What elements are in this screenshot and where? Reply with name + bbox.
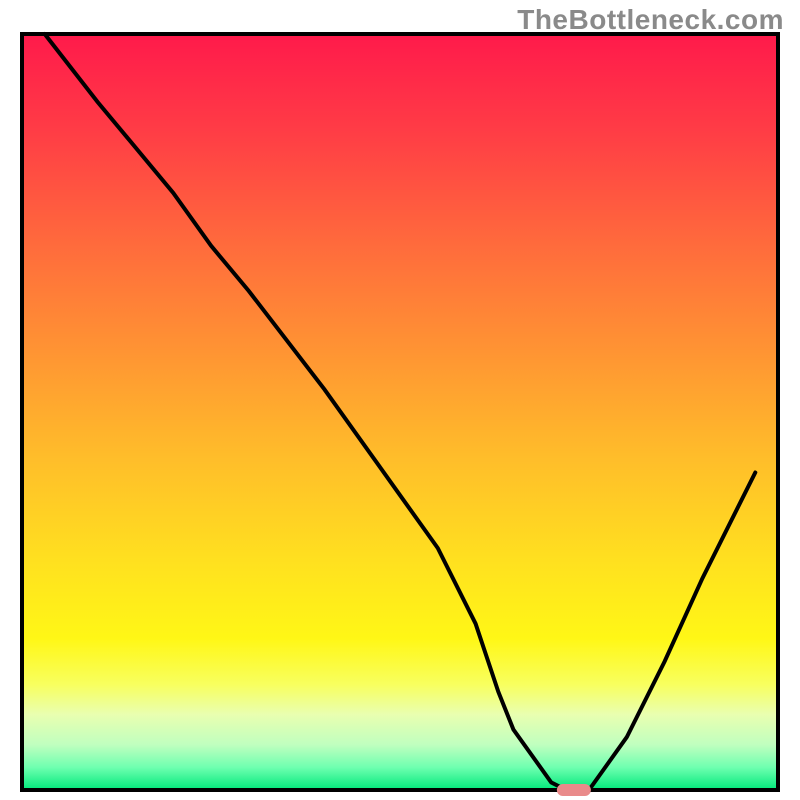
minimum-marker bbox=[557, 784, 591, 796]
bottleneck-chart bbox=[0, 0, 800, 800]
chart-container: TheBottleneck.com bbox=[0, 0, 800, 800]
